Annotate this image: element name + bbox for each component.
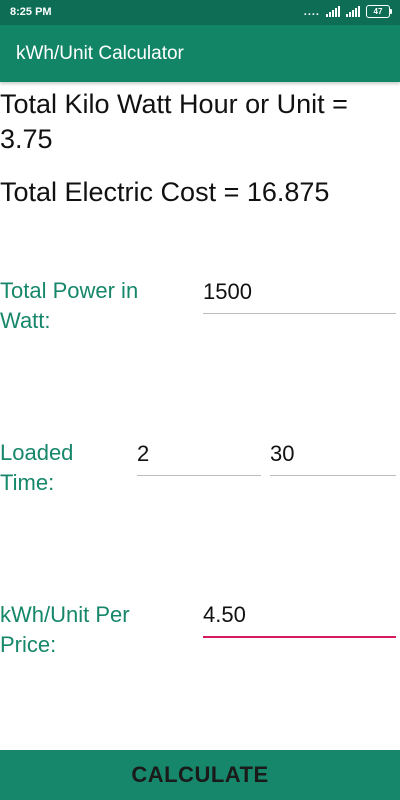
hours-input[interactable] [137,436,261,476]
signal-1-icon [326,6,340,17]
price-label: kWh/Unit Per Price: [0,602,130,657]
app-screen: 8:25 PM .... 47 kWh/Unit Calculator Tota… [0,0,400,800]
status-time: 8:25 PM [10,6,52,18]
calculate-button[interactable]: CALCULATE [0,750,400,800]
app-title: kWh/Unit Calculator [16,43,184,64]
minutes-input[interactable] [270,436,396,476]
notification-dots-icon: .... [303,5,320,18]
loaded-time-label: Loaded Time: [0,440,74,495]
power-input[interactable] [203,274,396,314]
price-input[interactable] [203,598,396,638]
hours-field-wrapper [137,436,261,476]
minutes-field-wrapper [270,436,396,476]
app-bar: kWh/Unit Calculator [0,25,400,82]
power-field-wrapper [203,274,396,314]
power-label: Total Power in Watt: [0,278,139,333]
battery-icon: 47 [366,5,392,18]
total-cost-result: Total Electric Cost = 16.875 [0,177,330,207]
status-bar: 8:25 PM .... 47 [0,0,400,25]
status-icons: .... 47 [303,5,392,18]
price-field-wrapper [203,598,396,638]
total-unit-result: Total Kilo Watt Hour or Unit = 3.75 [0,89,348,154]
signal-2-icon [346,6,360,17]
